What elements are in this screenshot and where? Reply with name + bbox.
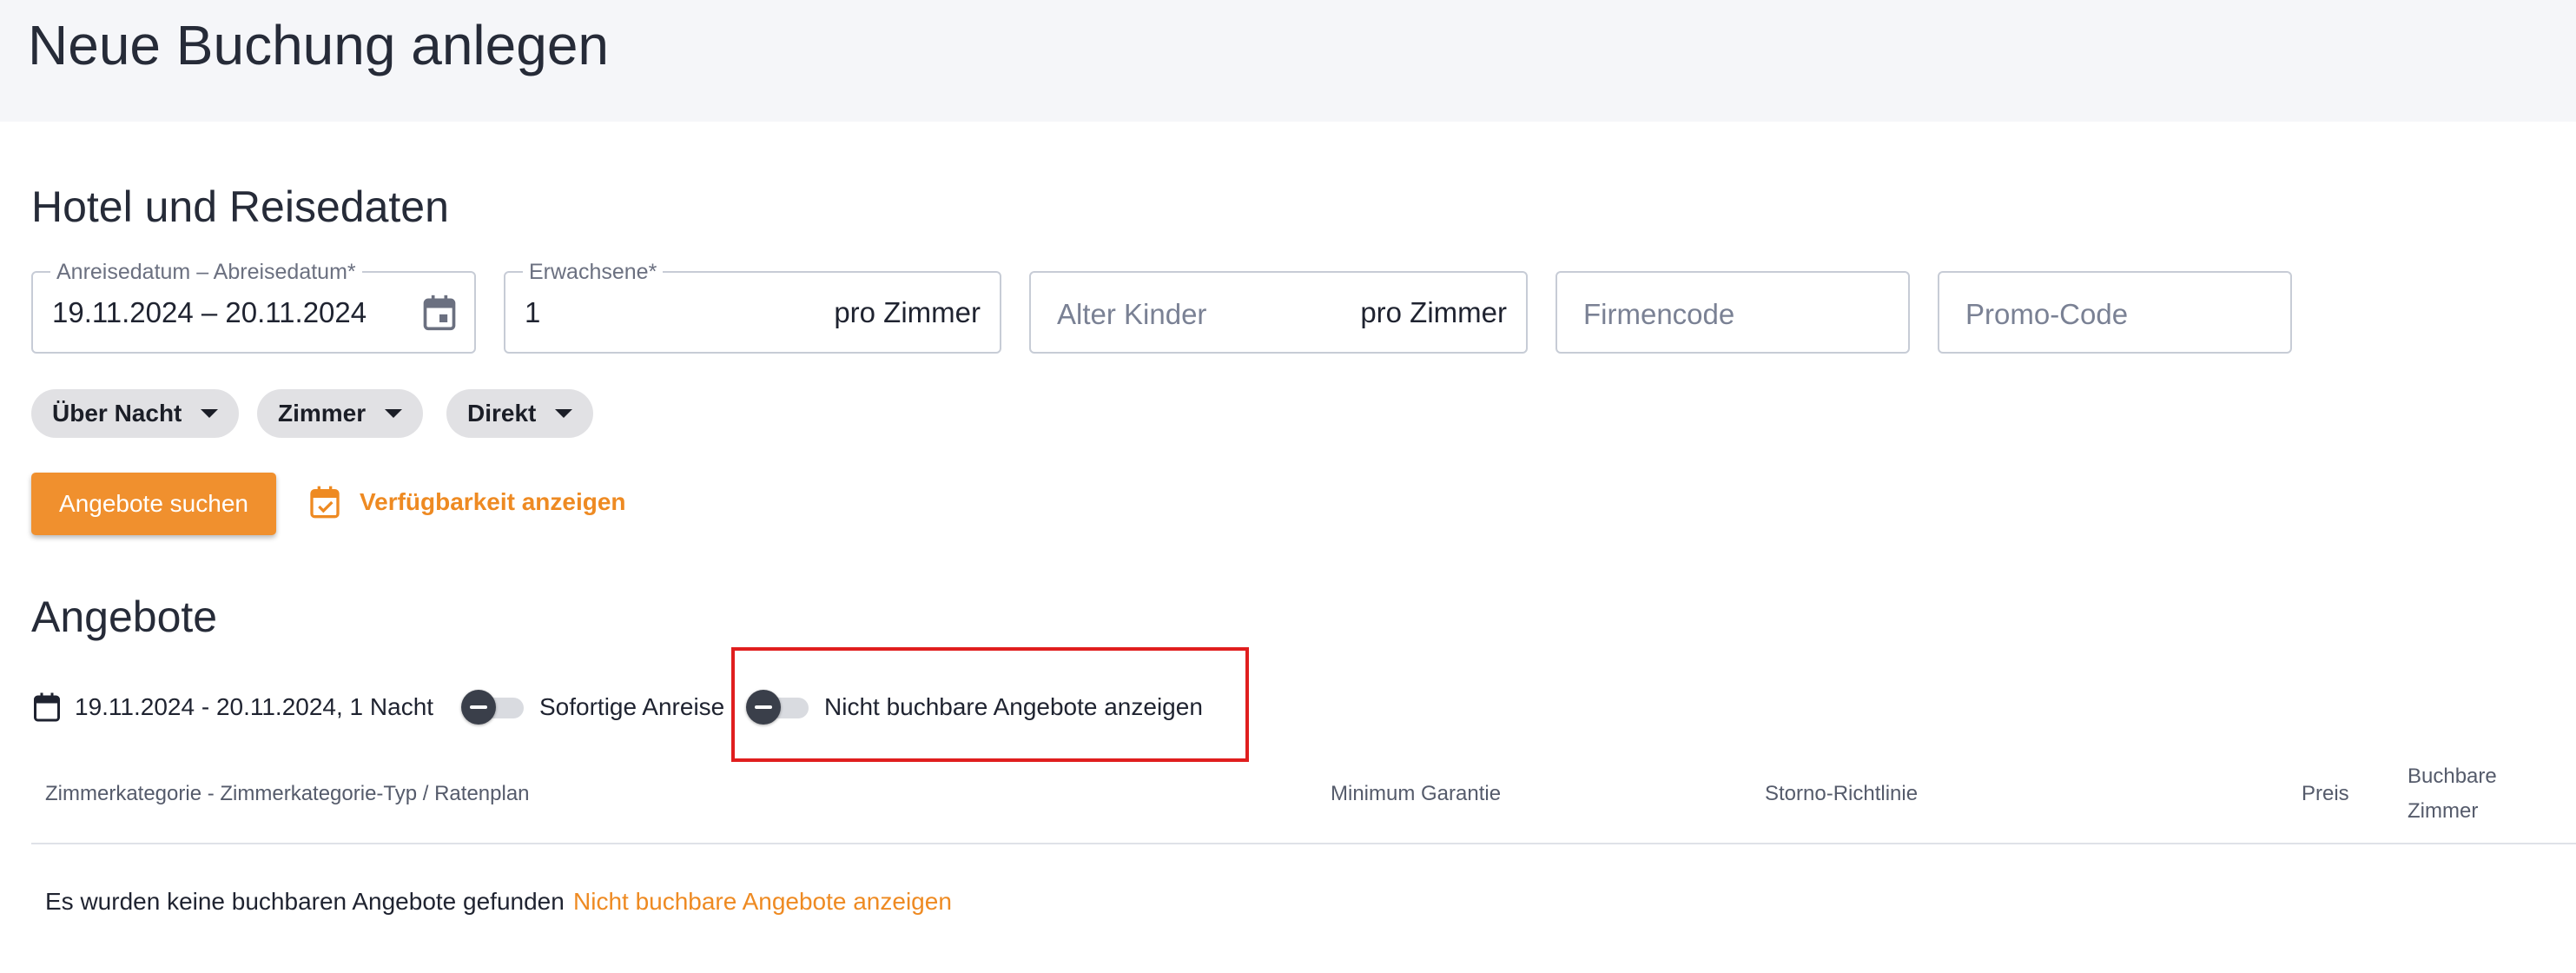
adults-field[interactable]: Erwachsene* 1 pro Zimmer <box>504 259 1001 354</box>
column-header-bookable-rooms-line1: Buchbare <box>2408 764 2497 788</box>
date-summary: 19.11.2024 - 20.11.2024, 1 Nacht <box>31 681 433 733</box>
calendar-check-icon <box>310 486 340 519</box>
promo-code-field[interactable]: Promo-Code <box>1938 271 2292 354</box>
immediate-arrival-label: Sofortige Anreise <box>539 693 725 720</box>
highlight-annotation <box>731 647 1249 762</box>
date-range-value: 19.11.2024 – 20.11.2024 <box>52 296 367 328</box>
promo-code-placeholder: Promo-Code <box>1965 298 2129 330</box>
table-divider <box>31 843 2576 844</box>
column-header-bookable-rooms-line2: Zimmer <box>2408 799 2479 823</box>
empty-state-message: Es wurden keine buchbaren Angebote gefun… <box>45 888 565 915</box>
column-header-price: Preis <box>2302 782 2349 805</box>
chip-overnight[interactable]: Über Nacht <box>31 389 240 438</box>
date-range-label: Anreisedatum – Abreisedatum* <box>50 259 362 285</box>
hotel-section-title: Hotel und Reisedaten <box>31 182 449 231</box>
show-availability-link[interactable]: Verfügbarkeit anzeigen <box>307 483 626 521</box>
column-header-category: Zimmerkategorie - Zimmerkategorie-Typ / … <box>45 782 530 805</box>
caret-down-icon <box>201 409 219 418</box>
immediate-arrival-switch[interactable] <box>461 690 524 725</box>
chip-overnight-label: Über Nacht <box>52 400 182 427</box>
page-header: Neue Buchung anlegen <box>0 0 2576 122</box>
offers-section-title: Angebote <box>31 592 218 641</box>
company-code-field[interactable]: Firmencode <box>1556 271 1910 354</box>
adults-suffix: pro Zimmer <box>834 296 981 328</box>
date-summary-text: 19.11.2024 - 20.11.2024, 1 Nacht <box>75 693 434 720</box>
toggle-immediate-arrival[interactable]: Sofortige Anreise <box>461 681 724 733</box>
switch-knob <box>461 690 496 725</box>
chip-room-label: Zimmer <box>278 400 367 427</box>
children-ages-suffix: pro Zimmer <box>1360 296 1507 328</box>
column-header-cancellation: Storno-Richtlinie <box>1765 782 1919 805</box>
date-range-field[interactable]: Anreisedatum – Abreisedatum* 19.11.2024 … <box>31 259 476 354</box>
company-code-placeholder: Firmencode <box>1583 298 1735 330</box>
chip-room[interactable]: Zimmer <box>257 389 424 438</box>
caret-down-icon <box>385 409 403 418</box>
adults-value: 1 <box>525 296 541 328</box>
children-ages-placeholder: Alter Kinder <box>1057 298 1207 330</box>
show-unbookable-offers-link[interactable]: Nicht buchbare Angebote anzeigen <box>573 884 952 919</box>
chip-direct[interactable]: Direkt <box>446 389 594 438</box>
adults-label: Erwachsene* <box>523 259 664 285</box>
show-availability-label: Verfügbarkeit anzeigen <box>360 488 626 515</box>
calendar-icon <box>34 692 60 722</box>
chip-direct-label: Direkt <box>467 400 537 427</box>
search-offers-button[interactable]: Angebote suchen <box>31 473 276 535</box>
calendar-icon[interactable] <box>420 292 459 334</box>
caret-down-icon <box>555 409 573 418</box>
children-ages-field[interactable]: Alter Kinder pro Zimmer <box>1029 271 1528 354</box>
column-header-guarantee: Minimum Garantie <box>1331 782 1502 805</box>
page-title: Neue Buchung anlegen <box>28 14 609 76</box>
